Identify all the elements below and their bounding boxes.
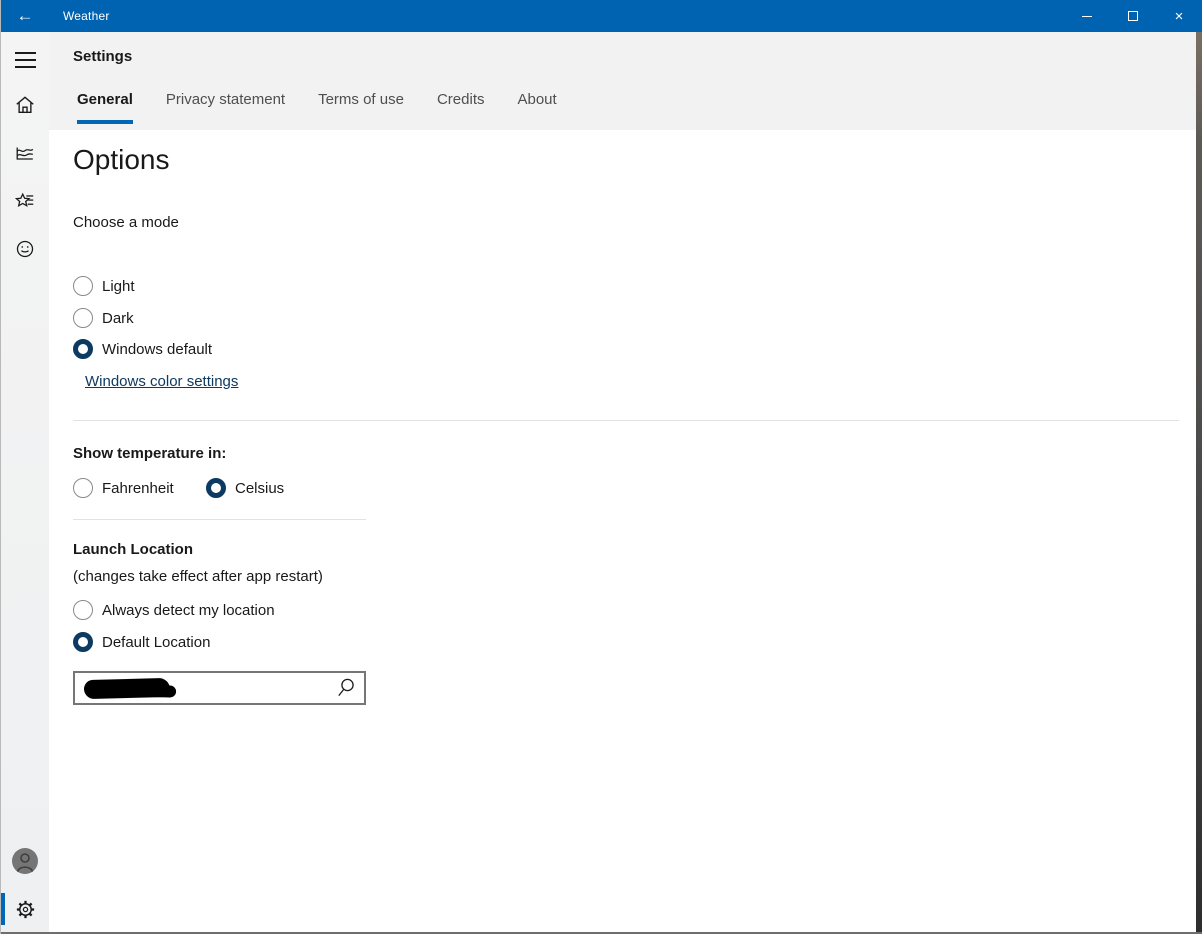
- hamburger-icon: [15, 52, 36, 54]
- choose-mode-label: Choose a mode: [73, 214, 179, 231]
- tab-terms-of-use[interactable]: Terms of use: [318, 91, 404, 124]
- favorites-star-icon: [14, 190, 36, 212]
- tab-credits[interactable]: Credits: [437, 91, 485, 124]
- back-arrow-icon: ←: [17, 6, 34, 26]
- radio-mode-dark[interactable]: Dark: [73, 308, 134, 328]
- windows-color-settings-link[interactable]: Windows color settings: [85, 373, 238, 390]
- radio-circle-dark[interactable]: [73, 308, 93, 328]
- radio-celsius[interactable]: Celsius: [206, 478, 284, 498]
- radio-circle-celsius[interactable]: [206, 478, 226, 498]
- window-title: Weather: [63, 9, 110, 23]
- sidebar-item-profile[interactable]: [1, 843, 49, 879]
- launch-location-label: Launch Location: [73, 541, 193, 558]
- navigation-sidebar: [1, 32, 49, 934]
- radio-circle-default-location[interactable]: [73, 632, 93, 652]
- tab-general[interactable]: General: [77, 91, 133, 124]
- magnifier-icon: [335, 677, 357, 699]
- weather-app-window: ← Weather ×: [0, 0, 1202, 934]
- radio-circle-light[interactable]: [73, 276, 93, 296]
- radio-always-detect-location[interactable]: Always detect my location: [73, 600, 275, 620]
- radio-default-location[interactable]: Default Location: [73, 632, 210, 652]
- sidebar-item-home[interactable]: [1, 87, 49, 123]
- minimize-icon: [1082, 16, 1092, 17]
- location-search-input[interactable]: [73, 671, 366, 705]
- redacted-location-value: [84, 678, 170, 699]
- radio-circle-fahrenheit[interactable]: [73, 478, 93, 498]
- maximize-button[interactable]: [1110, 0, 1156, 32]
- radio-mode-light[interactable]: Light: [73, 276, 135, 296]
- tab-privacy-statement[interactable]: Privacy statement: [166, 91, 285, 124]
- radio-fahrenheit[interactable]: Fahrenheit: [73, 478, 174, 498]
- radio-circle-windows-default[interactable]: [73, 339, 93, 359]
- hamburger-menu-button[interactable]: [1, 42, 49, 78]
- maximize-icon: [1128, 11, 1138, 21]
- smiley-icon: [14, 238, 36, 260]
- user-avatar-icon: [12, 848, 38, 874]
- sidebar-item-favorites[interactable]: [1, 183, 49, 219]
- title-bar: ← Weather ×: [1, 0, 1202, 32]
- settings-tabs: General Privacy statement Terms of use C…: [77, 91, 557, 124]
- sidebar-item-feedback[interactable]: [1, 231, 49, 267]
- home-icon: [14, 94, 36, 116]
- location-search-button[interactable]: [332, 676, 360, 700]
- back-button[interactable]: ←: [1, 0, 49, 32]
- settings-header: Settings General Privacy statement Terms…: [49, 32, 1196, 130]
- options-heading: Options: [73, 144, 170, 176]
- section-divider-short: [73, 519, 366, 520]
- window-controls: ×: [1064, 0, 1202, 32]
- close-icon: ×: [1175, 9, 1184, 24]
- sidebar-item-historical-weather[interactable]: [1, 135, 49, 171]
- active-page-accent-bar: [1, 893, 5, 925]
- radio-circle-always-detect[interactable]: [73, 600, 93, 620]
- page-title: Settings: [73, 48, 132, 65]
- settings-content: Options Choose a mode Light Dark Windows…: [49, 130, 1196, 934]
- desktop-edge-strip: [1196, 32, 1202, 934]
- radio-mode-windows-default[interactable]: Windows default: [73, 339, 212, 359]
- line-chart-icon: [14, 142, 36, 164]
- temperature-label: Show temperature in:: [73, 445, 226, 462]
- settings-gear-icon: [14, 898, 37, 921]
- minimize-button[interactable]: [1064, 0, 1110, 32]
- sidebar-item-settings[interactable]: [1, 891, 49, 927]
- close-button[interactable]: ×: [1156, 0, 1202, 32]
- launch-location-note: (changes take effect after app restart): [73, 568, 323, 585]
- section-divider-long: [73, 420, 1179, 421]
- tab-about[interactable]: About: [517, 91, 556, 124]
